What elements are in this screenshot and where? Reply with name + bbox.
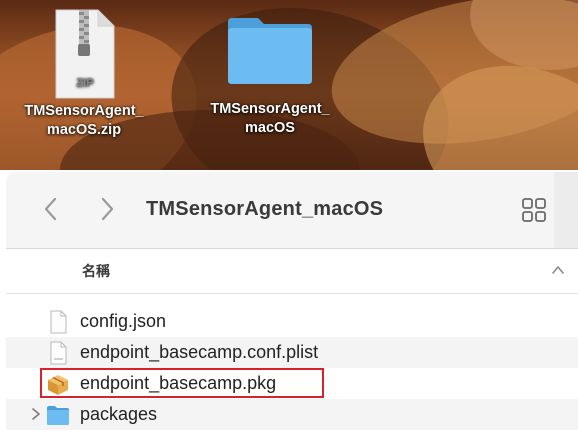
desktop-wallpaper: ZIP TMSensorAgent_ macOS.zip TMSensorAge… [0,0,578,170]
forward-button[interactable] [92,194,122,224]
zip-label-line1: TMSensorAgent_ [24,103,144,119]
folder-label-line1: TMSensorAgent_ [210,101,330,117]
package-icon [48,375,68,395]
list-item-config-json[interactable]: config.json [6,306,578,337]
chevron-right-icon [101,197,114,221]
file-name: packages [80,404,158,424]
view-mode-button[interactable] [520,196,548,224]
disclosure-triangle-icon[interactable] [30,407,42,421]
file-name: endpoint_basecamp.conf.plist [80,342,319,362]
desktop-item-zip[interactable]: ZIP TMSensorAgent_ macOS.zip [0,8,168,140]
document-icon [50,341,67,365]
file-name: config.json [80,311,167,331]
file-list: config.json endpoint_basecamp.conf.plist… [6,306,578,430]
chevron-left-icon [44,197,57,221]
desktop-item-folder[interactable]: TMSensorAgent_ macOS [180,14,360,138]
finder-toolbar: TMSensorAgent_macOS [6,172,578,249]
column-name-header[interactable]: 名稱 [82,261,110,281]
finder-window: TMSensorAgent_macOS 名稱 config.json endpo… [6,172,578,434]
list-column-header[interactable]: 名稱 [6,249,578,294]
folder-icon [47,406,69,425]
grid-view-icon [522,198,546,222]
list-item-packages-folder[interactable]: packages [6,399,578,430]
chevron-up-icon[interactable] [551,263,565,277]
window-title: TMSensorAgent_macOS [146,198,384,220]
zip-file-icon: ZIP [52,8,116,100]
back-button[interactable] [36,194,66,224]
file-name: endpoint_basecamp.pkg [80,373,277,393]
folder-label-line2: macOS [245,120,295,136]
zip-label-line2: macOS.zip [46,122,122,138]
folder-icon [228,18,312,84]
document-icon [50,310,67,334]
list-item-pkg[interactable]: endpoint_basecamp.pkg [6,368,578,399]
toolbar-overflow [554,172,578,248]
list-item-plist[interactable]: endpoint_basecamp.conf.plist [6,337,578,368]
zip-badge: ZIP [76,77,93,89]
